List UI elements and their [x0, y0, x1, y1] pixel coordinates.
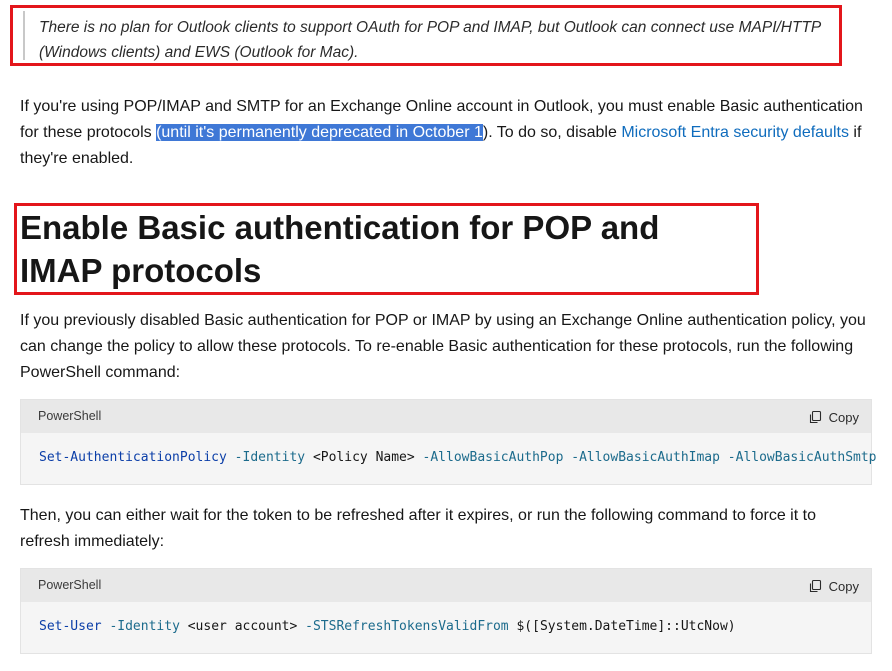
- paragraph-reenable-instructions: If you previously disabled Basic authent…: [20, 312, 866, 381]
- para1-text-middle: ). To do so, disable: [482, 124, 622, 141]
- selected-text-highlight: (until it's permanently deprecated in Oc…: [156, 124, 483, 141]
- code-parameter: -AllowBasicAuthPop: [414, 450, 564, 465]
- copy-icon: [809, 410, 821, 424]
- code-placeholder: <Policy Name>: [305, 450, 415, 465]
- code-placeholder: <user account>: [179, 619, 298, 634]
- code-block-set-user: PowerShell Copy Set-User -Identity <user…: [20, 568, 872, 654]
- copy-button-label: Copy: [828, 578, 859, 594]
- paragraph-token-refresh: Then, you can either wait for the token …: [20, 507, 816, 550]
- code-block-header: PowerShell Copy: [21, 400, 871, 433]
- code-block-set-authentication-policy: PowerShell Copy Set-AuthenticationPolicy…: [20, 399, 877, 485]
- code-parameter: -AllowBasicAuthImap: [563, 450, 720, 465]
- code-cmdlet: Set-User: [39, 619, 102, 634]
- code-line: Set-AuthenticationPolicy -Identity <Poli…: [39, 450, 877, 465]
- note-text: There is no plan for Outlook clients to …: [23, 11, 833, 61]
- copy-button[interactable]: Copy: [808, 577, 859, 595]
- code-language-label: PowerShell: [38, 409, 102, 423]
- code-language-label: PowerShell: [38, 578, 102, 592]
- paragraph-basic-auth-intro: If you're using POP/IMAP and SMTP for an…: [20, 94, 870, 172]
- code-parameter: -Identity: [101, 619, 180, 634]
- section-heading: Enable Basic authentication for POP and …: [20, 209, 660, 289]
- code-parameter: -AllowBasicAuthSmtp: [719, 450, 877, 465]
- copy-icon: [809, 579, 821, 593]
- copy-button-label: Copy: [828, 409, 859, 425]
- code-parameter: -STSRefreshTokensValidFrom: [297, 619, 509, 634]
- entra-security-defaults-link[interactable]: Microsoft Entra security defaults: [621, 124, 849, 141]
- code-line: Set-User -Identity <user account> -STSRe…: [39, 619, 736, 634]
- code-block-header: PowerShell Copy: [21, 569, 871, 602]
- note-annotation-box: There is no plan for Outlook clients to …: [10, 5, 842, 66]
- code-expression: $([System.DateTime]::UtcNow): [508, 619, 736, 634]
- copy-button[interactable]: Copy: [808, 408, 859, 426]
- code-parameter: -Identity: [226, 450, 306, 465]
- code-cmdlet: Set-AuthenticationPolicy: [39, 450, 227, 465]
